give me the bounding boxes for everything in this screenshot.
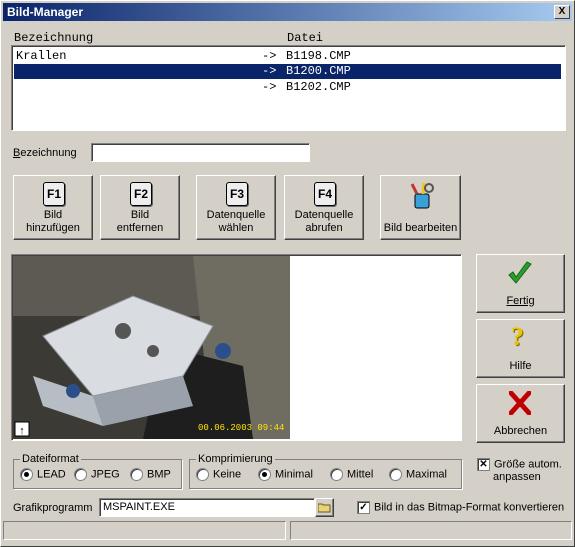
select-source-button[interactable]: F3 Datenquelle wählen	[196, 175, 276, 240]
add-image-label-2: hinzufügen	[26, 222, 80, 234]
column-header-name: Bezeichnung	[14, 31, 94, 45]
help-label: Hilfe	[509, 360, 532, 372]
folder-icon	[318, 503, 331, 513]
list-item[interactable]: -> B1202.CMP	[14, 80, 561, 95]
image-preview-frame: ↑ 00.06.2003 09:44	[11, 254, 462, 441]
bezeichnung-input[interactable]	[91, 143, 310, 162]
f4-key-icon: F4	[314, 182, 336, 206]
checkbox-check-icon: ✕	[477, 458, 490, 471]
f2-key-icon: F2	[130, 182, 152, 206]
select-source-label-1: Datenquelle	[206, 209, 266, 221]
remove-image-label-1: Bild	[130, 209, 150, 221]
dialog-window: Bild-Manager X Bezeichnung Datei Krallen…	[0, 0, 575, 547]
format-bmp-radio[interactable]: BMP	[130, 468, 171, 481]
cancel-label: Abbrechen	[493, 425, 548, 437]
autosize-checkbox[interactable]: ✕ Größe autom. anpassen	[477, 458, 572, 483]
cross-icon	[509, 391, 531, 415]
list-item-name: Krallen	[16, 49, 67, 63]
file-format-group: Dateiformat LEAD JPEG BMP	[13, 453, 182, 489]
bitmap-convert-label: Bild in das Bitmap-Format konvertieren	[374, 501, 565, 514]
f1-key-icon: F1	[43, 182, 65, 206]
list-item-file: B1198.CMP	[286, 49, 351, 63]
fetch-source-label-2: abrufen	[305, 222, 343, 234]
checkbox-check-icon: ✓	[357, 501, 370, 514]
list-item-selected[interactable]: -> B1200.CMP	[13, 63, 562, 80]
graphics-program-value: MSPAINT.EXE	[103, 501, 175, 513]
window-title: Bild-Manager	[7, 5, 84, 19]
list-item-arrow: ->	[262, 49, 277, 63]
autosize-label-2: anpassen	[493, 471, 541, 483]
preview-photo: ↑	[13, 256, 290, 439]
compression-max-radio[interactable]: Maximal	[389, 468, 447, 481]
add-image-button[interactable]: F1 Bild hinzufügen	[13, 175, 93, 240]
cancel-button[interactable]: Abbrechen	[476, 384, 565, 443]
paint-tools-icon	[410, 182, 434, 209]
checkmark-icon	[508, 261, 532, 284]
list-item-arrow: ->	[262, 80, 277, 94]
fetch-source-button[interactable]: F4 Datenquelle abrufen	[284, 175, 364, 240]
select-source-label-2: wählen	[218, 222, 254, 234]
list-item-file: B1202.CMP	[286, 80, 351, 94]
remove-image-label-2: entfernen	[116, 222, 164, 234]
status-bar-right	[290, 521, 572, 540]
autosize-label-1: Größe autom.	[494, 458, 562, 471]
graphics-program-input[interactable]: MSPAINT.EXE	[99, 498, 315, 517]
remove-image-button[interactable]: F2 Bild entfernen	[100, 175, 180, 240]
column-header-file: Datei	[287, 31, 324, 45]
title-bar[interactable]: Bild-Manager X	[3, 3, 572, 21]
compression-group: Komprimierung Keine Minimal Mittel Maxim…	[189, 453, 462, 489]
compression-title: Komprimierung	[196, 453, 275, 465]
bezeichnung-label: Bezeichnung	[13, 147, 77, 159]
browse-folder-button[interactable]	[315, 498, 334, 517]
close-button[interactable]: X	[554, 5, 570, 19]
svg-text:↑: ↑	[19, 425, 25, 437]
compression-none-radio[interactable]: Keine	[196, 468, 241, 481]
f3-key-icon: F3	[226, 182, 248, 206]
graphics-program-label: Grafikprogramm	[13, 502, 93, 514]
done-label: Fertig	[506, 295, 535, 307]
format-lead-radio[interactable]: LEAD	[20, 468, 66, 481]
fetch-source-label-1: Datenquelle	[294, 209, 354, 221]
photo-timestamp: 00.06.2003 09:44	[198, 423, 285, 433]
add-image-label-1: Bild	[43, 209, 63, 221]
bitmap-convert-checkbox[interactable]: ✓ Bild in das Bitmap-Format konvertieren	[357, 501, 564, 514]
status-bar-left	[3, 521, 286, 540]
list-item[interactable]: Krallen -> B1198.CMP	[14, 49, 561, 64]
list-item-file: B1200.CMP	[286, 64, 351, 78]
file-format-title: Dateiformat	[20, 453, 81, 465]
format-jpeg-radio[interactable]: JPEG	[74, 468, 120, 481]
edit-image-button[interactable]: Bild bearbeiten	[380, 175, 461, 240]
help-button[interactable]: ? Hilfe	[476, 319, 565, 378]
question-mark-icon: ?	[511, 322, 524, 351]
compression-medium-radio[interactable]: Mittel	[330, 468, 373, 481]
done-button[interactable]: Fertig	[476, 254, 565, 313]
compression-minimal-radio[interactable]: Minimal	[258, 468, 313, 481]
edit-image-label: Bild bearbeiten	[383, 222, 458, 234]
image-list[interactable]: Krallen -> B1198.CMP -> B1200.CMP -> B12…	[11, 45, 566, 131]
list-item-arrow: ->	[262, 64, 277, 78]
